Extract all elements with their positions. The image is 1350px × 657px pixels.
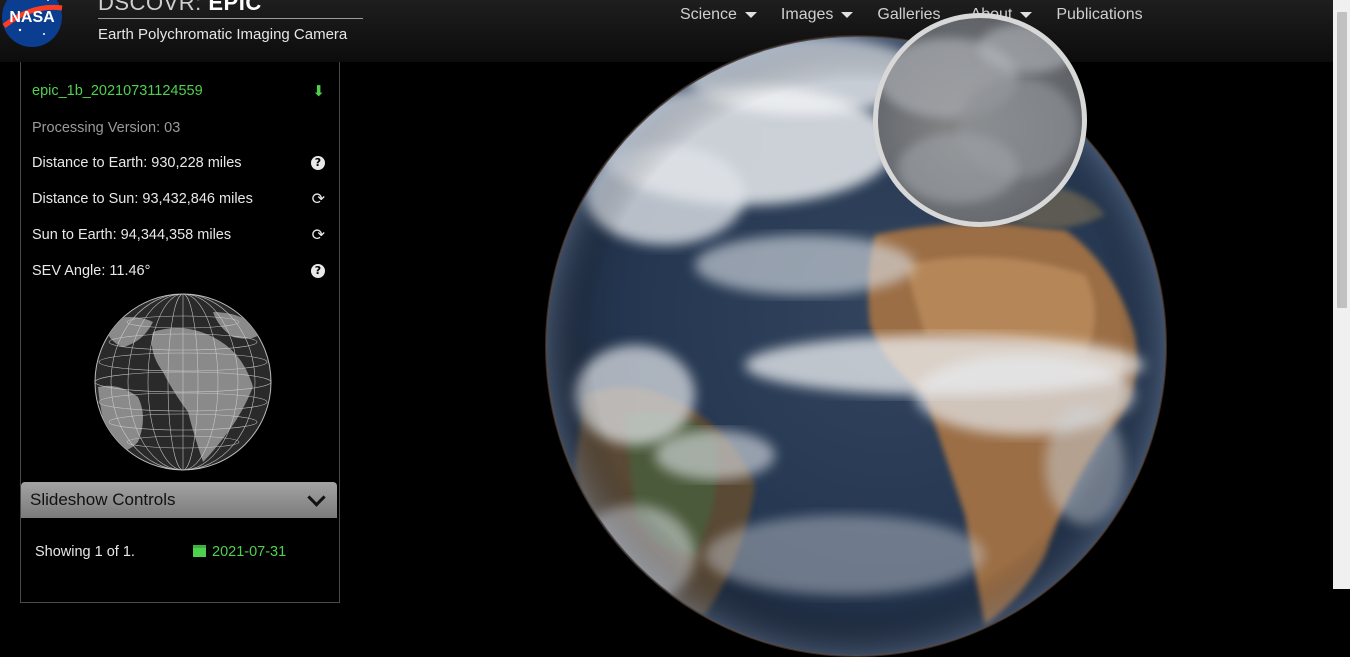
refresh-icon[interactable]: ⟳ <box>312 191 325 207</box>
nav-publications[interactable]: Publications <box>1056 6 1142 24</box>
showing-count: Showing 1 of 1. <box>35 544 135 560</box>
site-subtitle: Earth Polychromatic Imaging Camera <box>98 26 348 43</box>
image-name[interactable]: epic_1b_20210731124559 <box>32 83 203 99</box>
page-scrollbar[interactable] <box>1333 0 1350 589</box>
caret-down-icon <box>744 12 757 18</box>
refresh-icon[interactable]: ⟳ <box>312 227 325 243</box>
orientation-globe <box>94 293 272 471</box>
site-title-light: DSCOVR: <box>98 0 209 15</box>
sun-to-earth: Sun to Earth: 94,344,358 miles <box>32 227 232 243</box>
slideshow-controls-toggle[interactable]: Slideshow Controls <box>21 482 337 518</box>
chevron-down-icon <box>307 487 326 507</box>
date-picker[interactable]: 2021-07-31 <box>193 544 286 560</box>
nav-science[interactable]: Science <box>680 6 757 24</box>
sev-angle-row: SEV Angle: 11.46° ? <box>32 263 325 279</box>
download-icon[interactable]: ⬇ <box>312 82 325 100</box>
title-divider <box>98 18 363 19</box>
nav-galleries-label: Galleries <box>877 6 941 23</box>
site-title-bold: EPIC <box>208 0 262 15</box>
scrollbar-thumb[interactable] <box>1337 12 1347 308</box>
zoom-lens[interactable] <box>873 13 1087 227</box>
processing-version: Processing Version: 03 <box>32 120 181 136</box>
distance-earth-row: Distance to Earth: 930,228 miles ? <box>32 155 325 171</box>
distance-sun: Distance to Sun: 93,432,846 miles <box>32 191 253 207</box>
question-circle-icon[interactable]: ? <box>311 156 325 170</box>
zoom-lens-image <box>878 23 1078 203</box>
slideshow-body: Showing 1 of 1. 2021-07-31 <box>21 518 337 608</box>
date-value: 2021-07-31 <box>212 544 287 560</box>
caret-down-icon <box>1020 12 1033 18</box>
nasa-logo-text: NASA <box>9 9 55 26</box>
sev-angle: SEV Angle: 11.46° <box>32 263 151 279</box>
distance-earth: Distance to Earth: 930,228 miles <box>32 155 242 171</box>
distance-sun-row: Distance to Sun: 93,432,846 miles ⟳ <box>32 191 325 208</box>
nav-science-label: Science <box>680 6 737 23</box>
nav-images[interactable]: Images <box>780 6 854 24</box>
nav-galleries[interactable]: Galleries <box>877 6 940 24</box>
image-name-row: epic_1b_20210731124559 ⬇ <box>32 82 325 100</box>
main-nav: Science Images Galleries About Publicati… <box>680 6 1167 24</box>
nasa-logo[interactable]: NASA <box>0 0 66 48</box>
slideshow-title: Slideshow Controls <box>30 490 176 509</box>
site-title[interactable]: DSCOVR: EPIC <box>98 0 262 16</box>
image-info-panel: epic_1b_20210731124559 ⬇ Processing Vers… <box>20 62 340 603</box>
calendar-icon <box>193 545 206 557</box>
nav-publications-label: Publications <box>1056 6 1143 23</box>
sun-to-earth-row: Sun to Earth: 94,344,358 miles ⟳ <box>32 227 325 244</box>
question-circle-icon[interactable]: ? <box>311 264 325 278</box>
processing-version-row: Processing Version: 03 <box>32 120 325 136</box>
caret-down-icon <box>841 12 854 18</box>
nav-images-label: Images <box>780 6 834 23</box>
